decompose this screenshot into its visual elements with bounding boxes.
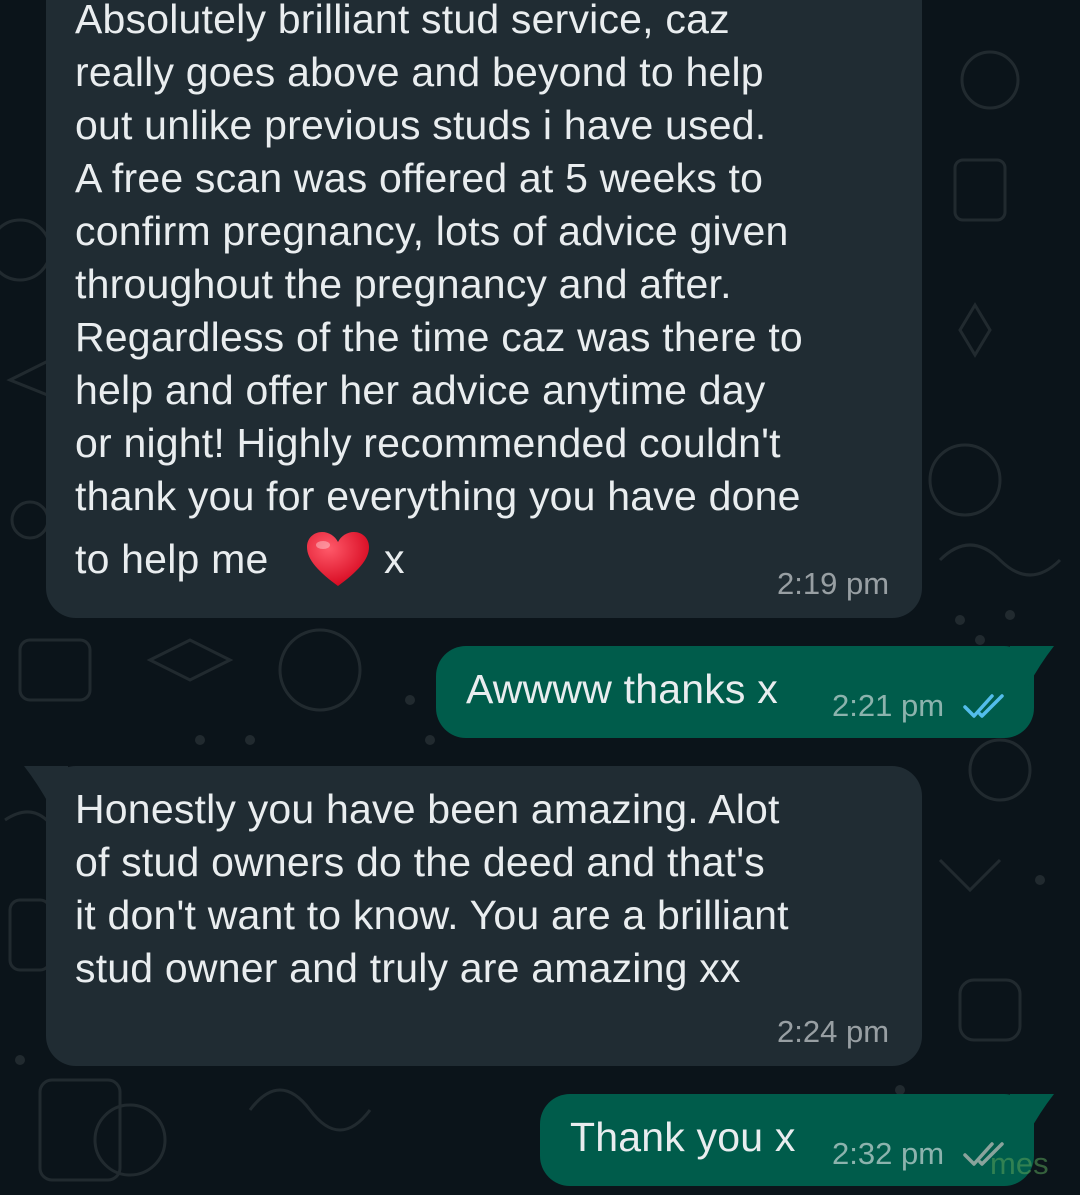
- watermark-text: mes: [990, 1146, 1049, 1181]
- message-line: really goes above and beyond to help: [75, 49, 764, 95]
- message-line-end-suffix: x: [384, 536, 405, 582]
- message-line: of stud owners do the deed and that's: [75, 839, 765, 885]
- red-heart-emoji-icon: [307, 532, 369, 586]
- message-text: Awwww thanks x: [466, 666, 778, 712]
- message-line: or night! Highly recommended couldn't: [75, 420, 781, 466]
- message-line: out unlike previous studs i have used.: [75, 102, 767, 148]
- message-timestamp: 2:19 pm: [777, 566, 890, 601]
- read-double-check-icon: [963, 694, 1004, 718]
- message-line: throughout the pregnancy and after.: [75, 261, 732, 307]
- message-timestamp: 2:32 pm: [832, 1136, 945, 1171]
- incoming-bubble-tail: [24, 766, 68, 806]
- message-timestamp: 2:24 pm: [777, 1014, 890, 1049]
- message-line: Honestly you have been amazing. Alot: [75, 786, 780, 832]
- message-line: stud owner and truly are amazing xx: [75, 945, 741, 991]
- message-line: Regardless of the time caz was there to: [75, 314, 803, 360]
- message-line: confirm pregnancy, lots of advice given: [75, 208, 789, 254]
- message-line: help and offer her advice anytime day: [75, 367, 766, 413]
- chat-screen: Absolutely brilliant stud service, caz r…: [0, 0, 1080, 1195]
- message-line: A free scan was offered at 5 weeks to: [75, 155, 764, 201]
- outgoing-bubble-tail: [1010, 646, 1054, 686]
- message-timestamp: 2:21 pm: [832, 688, 945, 723]
- message-line: thank you for everything you have done: [75, 473, 801, 519]
- message-line-end: to help me: [75, 536, 269, 582]
- message-text: Thank you x: [570, 1114, 796, 1160]
- message-line: it don't want to know. You are a brillia…: [75, 892, 789, 938]
- outgoing-bubble-tail: [1010, 1094, 1054, 1134]
- message-line: Absolutely brilliant stud service, caz: [75, 0, 730, 42]
